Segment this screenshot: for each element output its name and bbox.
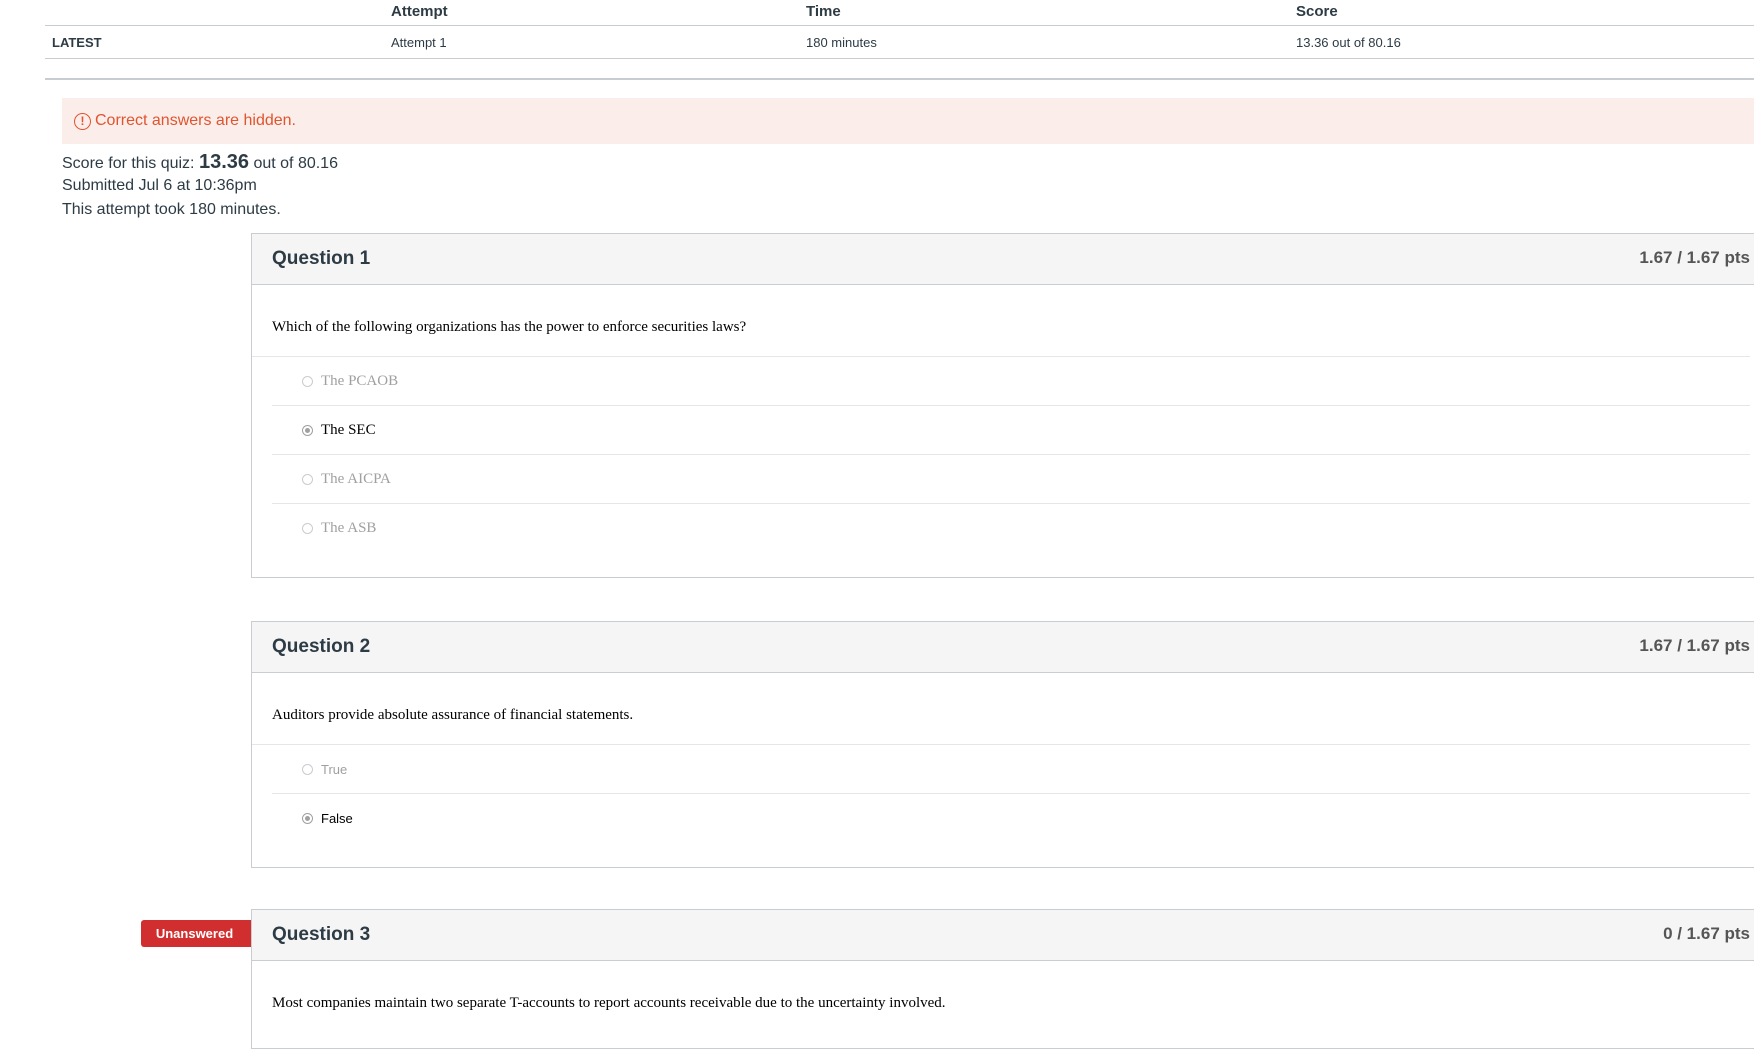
answer-option[interactable]: The PCAOB: [272, 357, 1750, 406]
alert-text: Correct answers are hidden.: [95, 112, 296, 129]
radio-button[interactable]: [302, 763, 313, 775]
attempt-time: 180 minutes: [806, 35, 877, 50]
question-points: 0 / 1.67 pts: [1663, 924, 1750, 943]
question-text: Most companies maintain two separate T-a…: [272, 995, 946, 1011]
score-value: 13.36: [198, 151, 250, 173]
radio-button[interactable]: [302, 522, 313, 534]
answer-option[interactable]: True: [272, 745, 1750, 794]
answer-option[interactable]: The SEC: [272, 406, 1750, 455]
question-card-1: Question 1 1.67 / 1.67 pts Which of the …: [251, 233, 1754, 578]
question-title: Question 1: [272, 248, 371, 269]
score-prefix: Score for this quiz:: [62, 155, 199, 172]
question-title: Question 2: [272, 636, 371, 657]
question-card-2: Question 2 1.67 / 1.67 pts Auditors prov…: [251, 621, 1754, 868]
answer-label: The PCAOB: [321, 372, 399, 389]
answer-list: True False: [272, 745, 1750, 842]
attempt-row: LATEST Attempt 1 180 minutes 13.36 out o…: [45, 26, 1754, 59]
latest-label: LATEST: [52, 35, 102, 50]
radio-button-selected[interactable]: [302, 424, 313, 436]
question-text: Which of the following organizations has…: [252, 285, 1750, 357]
answer-option[interactable]: The AICPA: [272, 455, 1750, 504]
answer-label: The AICPA: [321, 470, 391, 487]
question-card-3: Question 3 0 / 1.67 pts Most companies m…: [251, 909, 1754, 1049]
column-header-time: Time: [806, 3, 841, 20]
attempts-table-header: Attempt Time Score: [45, 0, 1754, 26]
radio-button-selected[interactable]: [302, 812, 313, 824]
question-text: Auditors provide absolute assurance of f…: [252, 673, 1750, 745]
score-line: Score for this quiz: 13.36 out of 80.16: [62, 150, 338, 174]
answer-label: The SEC: [321, 421, 376, 438]
unanswered-badge: Unanswered: [141, 920, 266, 947]
question-points: 1.67 / 1.67 pts: [1639, 636, 1750, 655]
quiz-summary: Score for this quiz: 13.36 out of 80.16 …: [62, 150, 338, 222]
question-header: Question 3 0 / 1.67 pts: [252, 910, 1754, 961]
attempts-table: Attempt Time Score LATEST Attempt 1 180 …: [45, 0, 1754, 59]
column-header-score: Score: [1296, 3, 1338, 20]
hidden-answers-alert: ! Correct answers are hidden.: [62, 98, 1754, 144]
answer-label: The ASB: [321, 519, 377, 536]
question-header: Question 2 1.67 / 1.67 pts: [252, 622, 1754, 673]
answer-option[interactable]: False: [272, 794, 1750, 842]
exclamation-circle-icon: !: [74, 112, 91, 130]
answer-option[interactable]: The ASB: [272, 504, 1750, 552]
column-header-attempt: Attempt: [391, 3, 448, 20]
attempt-link[interactable]: Attempt 1: [391, 35, 447, 50]
radio-button[interactable]: [302, 473, 313, 485]
question-header: Question 1 1.67 / 1.67 pts: [252, 234, 1754, 285]
submitted-text: Submitted Jul 6 at 10:36pm: [62, 177, 257, 194]
divider: [45, 78, 1754, 80]
question-title: Question 3: [272, 924, 371, 945]
score-suffix: out of 80.16: [249, 155, 338, 172]
question-points: 1.67 / 1.67 pts: [1639, 248, 1750, 267]
answer-label: True: [321, 761, 348, 777]
duration-text: This attempt took 180 minutes.: [62, 201, 281, 218]
answer-label: False: [321, 810, 353, 826]
radio-button[interactable]: [302, 375, 313, 387]
answer-list: The PCAOB The SEC The AICPA The ASB: [272, 357, 1750, 552]
attempt-score: 13.36 out of 80.16: [1296, 35, 1401, 50]
